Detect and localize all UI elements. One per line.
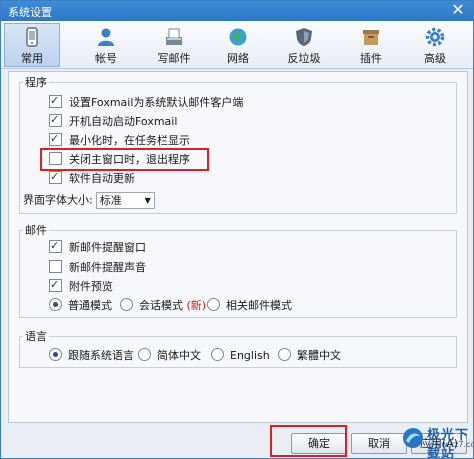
- lang-follow-system-label: 跟随系统语言: [68, 349, 134, 362]
- tab-account-label: 帐号: [95, 52, 117, 65]
- conversation-mode-option[interactable]: 会话模式 (新): [120, 298, 206, 314]
- watermark-url: www.xz7.com: [428, 440, 473, 449]
- language-legend: 语言: [25, 330, 47, 343]
- checkbox-unchecked[interactable]: [49, 260, 62, 273]
- related-mail-mode-label: 相关邮件模式: [226, 299, 292, 312]
- cancel-button[interactable]: 取消: [351, 433, 407, 454]
- settings-toolbar: 常用 帐号 写邮件 网络 反垃圾 插件 高级: [1, 21, 473, 69]
- mail-legend: 邮件: [25, 224, 47, 237]
- checkbox-checked[interactable]: [49, 131, 62, 147]
- radio-unselected[interactable]: [207, 298, 220, 311]
- font-size-value: 标准: [99, 194, 122, 207]
- user-icon: [98, 28, 114, 46]
- new-mail-window-label: 新邮件提醒窗口: [69, 241, 146, 254]
- attachment-preview-option[interactable]: 附件预览: [49, 277, 113, 295]
- tab-general[interactable]: 常用: [4, 23, 60, 67]
- shield-icon: [296, 28, 312, 46]
- new-mail-sound-option[interactable]: 新邮件提醒声音: [49, 260, 146, 276]
- related-mail-mode-option[interactable]: 相关邮件模式: [207, 298, 292, 314]
- radio-unselected[interactable]: [120, 298, 133, 311]
- minimize-taskbar-label: 最小化时，在任务栏显示: [69, 134, 190, 147]
- lang-follow-system-option[interactable]: 跟随系统语言: [49, 348, 134, 364]
- new-mail-sound-label: 新邮件提醒声音: [69, 261, 146, 274]
- default-client-label: 设置Foxmail为系统默认邮件客户端: [69, 96, 244, 109]
- new-badge: (新): [186, 299, 207, 312]
- compose-icon: [166, 28, 182, 45]
- attachment-preview-label: 附件预览: [69, 280, 113, 293]
- tab-network[interactable]: 网络: [211, 24, 265, 66]
- checkbox-checked[interactable]: [49, 112, 62, 128]
- radio-selected[interactable]: [49, 348, 62, 361]
- default-client-option[interactable]: 设置Foxmail为系统默认邮件客户端: [49, 93, 244, 111]
- tab-compose-label: 写邮件: [157, 52, 191, 65]
- window-title: 系统设置: [8, 6, 52, 19]
- checkbox-checked[interactable]: [49, 277, 62, 293]
- tab-plugins-label: 插件: [360, 52, 382, 65]
- conversation-mode-label: 会话模式: [139, 299, 183, 312]
- checkbox-checked[interactable]: [49, 93, 62, 109]
- checkbox-checked[interactable]: [49, 238, 62, 254]
- new-mail-window-option[interactable]: 新邮件提醒窗口: [49, 238, 146, 256]
- plugin-box-icon: [363, 30, 379, 45]
- tab-account[interactable]: 帐号: [79, 24, 133, 66]
- lang-traditional-label: 繁體中文: [297, 349, 341, 362]
- auto-update-label: 软件自动更新: [69, 172, 135, 185]
- close-icon[interactable]: ✕: [449, 2, 467, 19]
- gear-icon: [425, 27, 445, 47]
- radio-selected[interactable]: [49, 298, 62, 311]
- highlight-box: [40, 148, 209, 171]
- normal-mode-label: 普通模式: [68, 299, 112, 312]
- font-size-row: 界面字体大小: 标准 ▼: [23, 192, 155, 209]
- auto-update-option[interactable]: 软件自动更新: [49, 169, 135, 187]
- globe-icon: [229, 28, 247, 46]
- lang-english-label: English: [230, 349, 270, 362]
- settings-window: 系统设置 ✕ 常用 帐号 写邮件 网络 反垃圾 插件 高级 程序 ✓设置Foxm…: [0, 0, 474, 459]
- tab-antispam-label: 反垃圾: [287, 52, 321, 65]
- font-size-label: 界面字体大小:: [23, 193, 93, 207]
- lang-traditional-option[interactable]: 繁體中文: [278, 348, 341, 364]
- minimize-taskbar-option[interactable]: 最小化时，在任务栏显示: [49, 131, 190, 149]
- lang-english-option[interactable]: English: [211, 348, 270, 364]
- tab-plugins[interactable]: 插件: [344, 24, 398, 66]
- watermark: 极光下载站 www.xz7.com: [401, 422, 473, 458]
- checkbox-checked[interactable]: [49, 169, 62, 185]
- tab-compose[interactable]: 写邮件: [147, 24, 201, 66]
- aurora-logo-icon: [403, 428, 423, 448]
- lang-simplified-label: 简体中文: [157, 349, 201, 362]
- program-legend: 程序: [25, 76, 47, 89]
- phone-icon: [26, 27, 38, 47]
- radio-unselected[interactable]: [138, 348, 151, 361]
- chevron-down-icon: ▼: [144, 196, 151, 205]
- tab-advanced-label: 高级: [424, 52, 446, 65]
- tab-advanced[interactable]: 高级: [408, 24, 462, 66]
- font-size-select[interactable]: 标准 ▼: [95, 192, 155, 209]
- ok-highlight-box: [270, 425, 347, 457]
- title-bar[interactable]: 系统设置 ✕: [1, 1, 473, 21]
- tab-general-label: 常用: [21, 52, 43, 65]
- tab-network-label: 网络: [227, 52, 249, 65]
- normal-mode-option[interactable]: 普通模式: [49, 298, 112, 314]
- radio-unselected[interactable]: [278, 348, 291, 361]
- tab-antispam[interactable]: 反垃圾: [277, 24, 331, 66]
- autostart-option[interactable]: 开机自动启动Foxmail: [49, 112, 178, 130]
- autostart-label: 开机自动启动Foxmail: [69, 115, 178, 128]
- lang-simplified-option[interactable]: 简体中文: [138, 348, 201, 364]
- settings-panel: 程序 设置Foxmail为系统默认邮件客户端 开机自动启动Foxmail 最小化…: [8, 71, 468, 423]
- radio-unselected[interactable]: [211, 348, 224, 361]
